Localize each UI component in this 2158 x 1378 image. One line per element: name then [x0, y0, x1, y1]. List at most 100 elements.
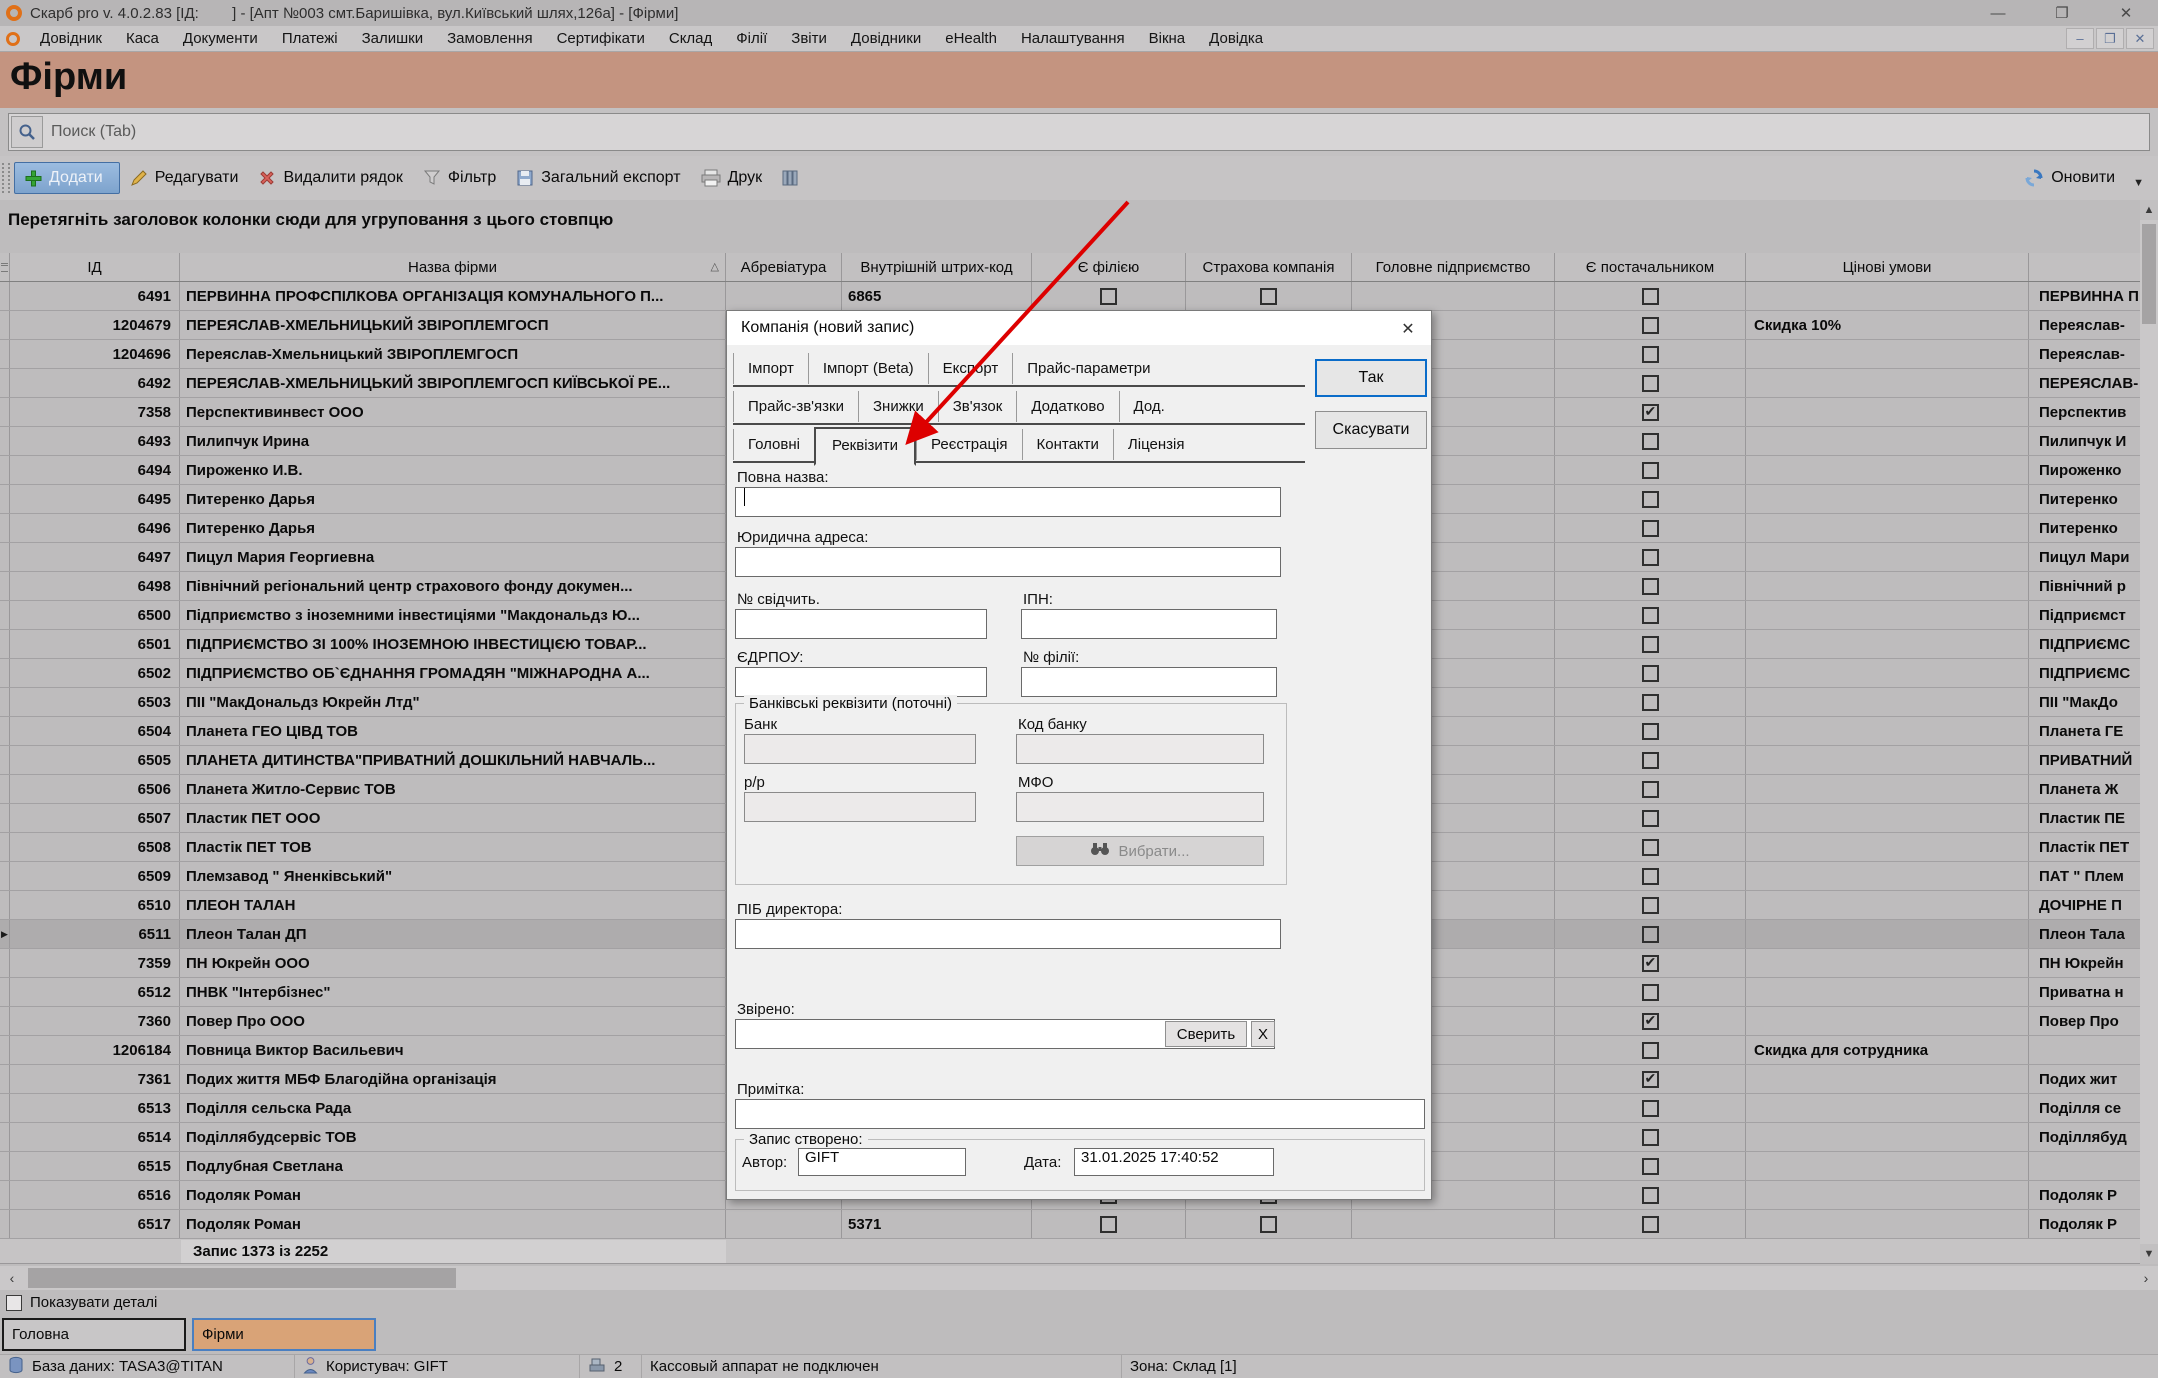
column-header-extra[interactable] — [2029, 253, 2140, 281]
scroll-down-icon[interactable]: ▼ — [2140, 1244, 2158, 1264]
legal-address-input[interactable] — [735, 547, 1281, 577]
is-supplier-checkbox[interactable] — [1642, 433, 1659, 450]
vertical-scrollbar[interactable]: ▲ ▼ — [2140, 200, 2158, 1264]
dialog-tab[interactable]: Реквізити — [814, 427, 916, 466]
is-supplier-checkbox[interactable] — [1642, 694, 1659, 711]
tab-home[interactable]: Головна — [2, 1318, 186, 1351]
full-name-input[interactable] — [735, 487, 1281, 517]
refresh-button[interactable]: Оновити — [2014, 162, 2125, 194]
column-header-head-company[interactable]: Головне підприємство — [1352, 253, 1555, 281]
menu-item[interactable]: Довідник — [28, 30, 114, 47]
search-input[interactable]: Поиск (Tab) — [8, 113, 2150, 151]
menu-item[interactable]: Філії — [724, 30, 779, 47]
is-supplier-checkbox[interactable] — [1642, 491, 1659, 508]
export-button[interactable]: Загальний експорт — [506, 163, 690, 193]
dialog-tab[interactable]: Ліцензія — [1113, 429, 1199, 460]
is-supplier-checkbox[interactable] — [1642, 578, 1659, 595]
table-row[interactable]: 6491 ПЕРВИННА ПРОФСПІЛКОВА ОРГАНІЗАЦІЯ К… — [0, 282, 2140, 311]
dialog-tab[interactable]: Головні — [733, 429, 814, 460]
print-button[interactable]: Друк — [691, 163, 773, 193]
is-supplier-checkbox[interactable] — [1642, 955, 1659, 972]
is-supplier-checkbox[interactable] — [1642, 1100, 1659, 1117]
menu-item[interactable]: Налаштування — [1009, 30, 1137, 47]
is-supplier-checkbox[interactable] — [1642, 868, 1659, 885]
toolbar-grip[interactable] — [2, 163, 10, 193]
tab-firms[interactable]: Фірми — [192, 1318, 376, 1351]
dialog-tab[interactable]: Зв'язок — [938, 391, 1017, 422]
column-header-id[interactable]: ІД — [10, 253, 180, 281]
menu-item[interactable]: Довідники — [839, 30, 933, 47]
menu-item[interactable]: Документи — [171, 30, 270, 47]
mdi-close-button[interactable]: ✕ — [2126, 28, 2154, 49]
column-header-barcode[interactable]: Внутрішній штрих-код — [842, 253, 1032, 281]
mfo-input[interactable] — [1016, 792, 1264, 822]
is-branch-checkbox[interactable] — [1100, 1216, 1117, 1233]
dialog-tab[interactable]: Контакти — [1022, 429, 1113, 460]
menu-item[interactable]: Залишки — [350, 30, 436, 47]
dialog-tab[interactable]: Імпорт — [733, 353, 808, 384]
minimize-button[interactable]: — — [1968, 0, 2028, 26]
is-supplier-checkbox[interactable] — [1642, 1042, 1659, 1059]
cert-no-input[interactable] — [735, 609, 987, 639]
menu-item[interactable]: eHealth — [933, 30, 1009, 47]
is-supplier-checkbox[interactable] — [1642, 839, 1659, 856]
is-supplier-checkbox[interactable] — [1642, 346, 1659, 363]
scroll-up-icon[interactable]: ▲ — [2140, 200, 2158, 220]
dialog-tab[interactable]: Знижки — [858, 391, 938, 422]
is-supplier-checkbox[interactable] — [1642, 1216, 1659, 1233]
scroll-left-icon[interactable]: ‹ — [0, 1266, 24, 1290]
is-supplier-checkbox[interactable] — [1642, 897, 1659, 914]
is-supplier-checkbox[interactable] — [1642, 752, 1659, 769]
dialog-tab[interactable]: Дод. — [1119, 391, 1179, 422]
note-input[interactable] — [735, 1099, 1425, 1129]
dialog-tab[interactable]: Прайс-зв'язки — [733, 391, 858, 422]
is-supplier-checkbox[interactable] — [1642, 781, 1659, 798]
dialog-tab[interactable]: Додатково — [1016, 391, 1118, 422]
is-supplier-checkbox[interactable] — [1642, 926, 1659, 943]
dialog-tab[interactable]: Реєстрація — [916, 429, 1021, 460]
columns-button[interactable] — [772, 163, 808, 193]
menu-item[interactable]: Звіти — [779, 30, 839, 47]
scroll-right-icon[interactable]: › — [2134, 1266, 2158, 1290]
ok-button[interactable]: Так — [1315, 359, 1427, 397]
menu-item[interactable]: Довідка — [1197, 30, 1275, 47]
dialog-tab[interactable]: Прайс-параметри — [1012, 353, 1164, 384]
column-header-price-terms[interactable]: Цінові умови — [1746, 253, 2029, 281]
menu-item[interactable]: Сертифікати — [545, 30, 657, 47]
table-row[interactable]: 6517 Подоляк Роман 5371 Подоляк Р — [0, 1210, 2140, 1239]
is-supplier-checkbox[interactable] — [1642, 1158, 1659, 1175]
show-details-checkbox[interactable] — [6, 1295, 22, 1311]
is-supplier-checkbox[interactable] — [1642, 1013, 1659, 1030]
column-header-abbreviation[interactable]: Абревіатура — [726, 253, 842, 281]
branch-no-input[interactable] — [1021, 667, 1277, 697]
close-button[interactable]: ✕ — [2096, 0, 2156, 26]
is-supplier-checkbox[interactable] — [1642, 404, 1659, 421]
edrpou-input[interactable] — [735, 667, 987, 697]
is-supplier-checkbox[interactable] — [1642, 984, 1659, 1001]
restore-button[interactable]: ❐ — [2032, 0, 2092, 26]
cancel-button[interactable]: Скасувати — [1315, 411, 1427, 449]
bank-input[interactable] — [744, 734, 976, 764]
mdi-restore-button[interactable]: ❐ — [2096, 28, 2124, 49]
bank-code-input[interactable] — [1016, 734, 1264, 764]
is-supplier-checkbox[interactable] — [1642, 636, 1659, 653]
is-supplier-checkbox[interactable] — [1642, 317, 1659, 334]
column-header-insurance[interactable]: Страхова компанія — [1186, 253, 1352, 281]
horizontal-scrollbar-thumb[interactable] — [28, 1268, 456, 1288]
dialog-title-bar[interactable]: Компанія (новий запис) ✕ — [727, 311, 1431, 345]
horizontal-scrollbar[interactable]: ‹ › — [0, 1266, 2158, 1290]
menu-item[interactable]: Склад — [657, 30, 724, 47]
is-supplier-checkbox[interactable] — [1642, 1187, 1659, 1204]
refresh-dropdown-icon[interactable]: ▼ — [2133, 177, 2144, 189]
is-supplier-checkbox[interactable] — [1642, 607, 1659, 624]
created-date-input[interactable]: 31.01.2025 17:40:52 — [1074, 1148, 1274, 1176]
author-input[interactable]: GIFT — [798, 1148, 966, 1176]
is-branch-checkbox[interactable] — [1100, 288, 1117, 305]
menu-item[interactable]: Платежі — [270, 30, 350, 47]
verify-button[interactable]: Сверить — [1165, 1021, 1247, 1047]
filter-button[interactable]: Фільтр — [413, 163, 506, 193]
director-input[interactable] — [735, 919, 1281, 949]
is-supplier-checkbox[interactable] — [1642, 549, 1659, 566]
menu-item[interactable]: Вікна — [1137, 30, 1198, 47]
dialog-tab[interactable]: Імпорт (Beta) — [808, 353, 928, 384]
